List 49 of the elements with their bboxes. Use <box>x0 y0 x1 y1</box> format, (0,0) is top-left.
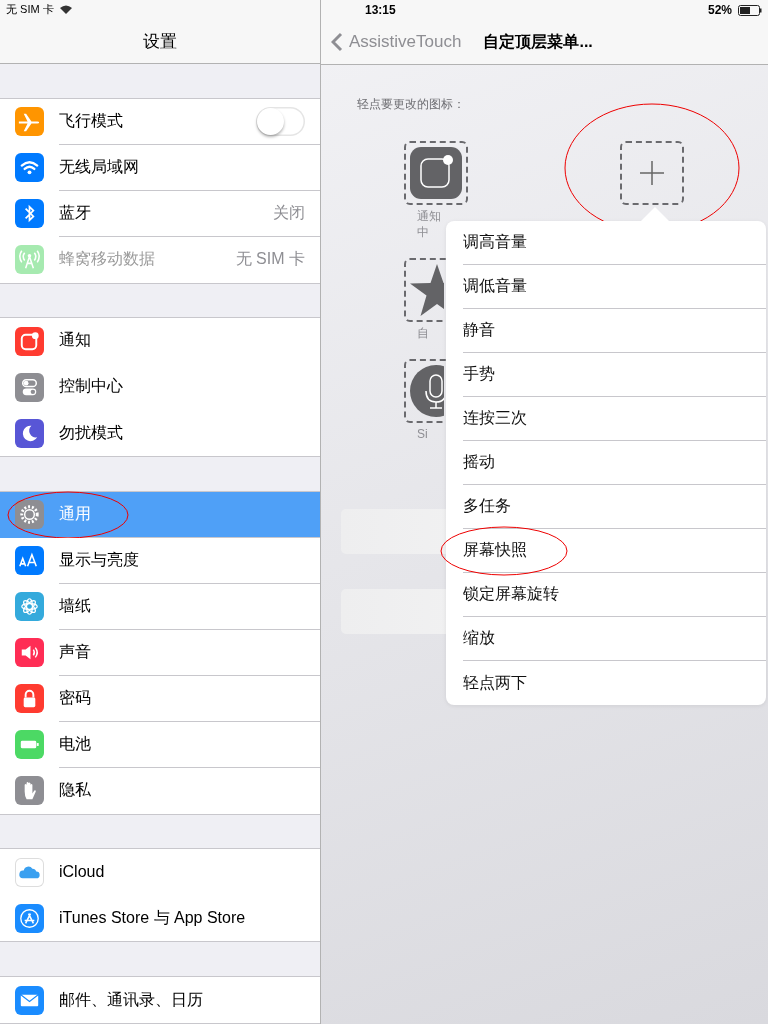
item-label: 邮件、通讯录、日历 <box>59 989 203 1010</box>
menu-item[interactable]: 静音 <box>463 309 766 353</box>
item-value: 关闭 <box>273 202 305 223</box>
slot-label: 自 <box>416 325 429 341</box>
item-label: 声音 <box>59 641 91 662</box>
item-label: 墙纸 <box>59 595 91 616</box>
item-label: 勿扰模式 <box>59 422 123 443</box>
wifi-icon <box>59 5 72 15</box>
item-label: 显示与亮度 <box>59 549 139 570</box>
hint-text: 轻点要更改的图标： <box>357 96 466 113</box>
item-value: 无 SIM 卡 <box>235 249 305 270</box>
microphone-icon <box>410 365 444 417</box>
sidebar-title: 设置 <box>143 30 177 53</box>
item-label: 通知 <box>59 330 91 351</box>
carrier-text: 无 SIM 卡 <box>6 2 54 18</box>
menu-item[interactable]: 手势 <box>463 353 766 397</box>
menu-item[interactable]: 轻点两下 <box>463 661 766 705</box>
item-label: 蓝牙 <box>59 202 91 223</box>
item-label: iCloud <box>59 862 105 881</box>
item-label: 蜂窝移动数据 <box>59 249 155 270</box>
menu-item[interactable]: 锁定屏幕旋转 <box>463 573 766 617</box>
icon-slot[interactable] <box>404 141 468 205</box>
item-label: 电池 <box>59 733 91 754</box>
menu-item[interactable]: 缩放 <box>463 617 766 661</box>
menu-item[interactable]: 摇动 <box>463 441 766 485</box>
item-label: 通用 <box>59 503 91 524</box>
slot-label: 通知 中 <box>416 208 441 240</box>
icon-slot[interactable] <box>620 141 684 205</box>
chevron-icon <box>331 32 343 52</box>
menu-item[interactable]: 多任务 <box>463 485 766 529</box>
menu-item[interactable]: 连按三次 <box>463 397 766 441</box>
slot-label: Si <box>416 426 428 442</box>
battery-icon <box>738 4 762 16</box>
item-label: 密码 <box>59 687 91 708</box>
clock-text: 13:15 <box>365 3 397 17</box>
plus-icon <box>640 161 664 185</box>
notification-center-icon <box>410 147 462 199</box>
item-label: iTunes Store 与 App Store <box>59 907 246 928</box>
battery-percent: 52% <box>707 3 732 17</box>
page-title: 自定顶层菜单... <box>483 31 593 52</box>
menu-item[interactable]: 调高音量 <box>463 221 766 265</box>
toggle-switch[interactable] <box>256 106 305 136</box>
menu-item[interactable]: 调低音量 <box>463 265 766 309</box>
item-label: 飞行模式 <box>59 110 123 131</box>
item-label: 隐私 <box>59 780 91 801</box>
menu-item[interactable]: 屏幕快照 <box>463 529 766 573</box>
star-icon <box>410 264 444 316</box>
item-label: 无线局域网 <box>59 156 139 177</box>
item-label: 控制中心 <box>59 376 123 397</box>
